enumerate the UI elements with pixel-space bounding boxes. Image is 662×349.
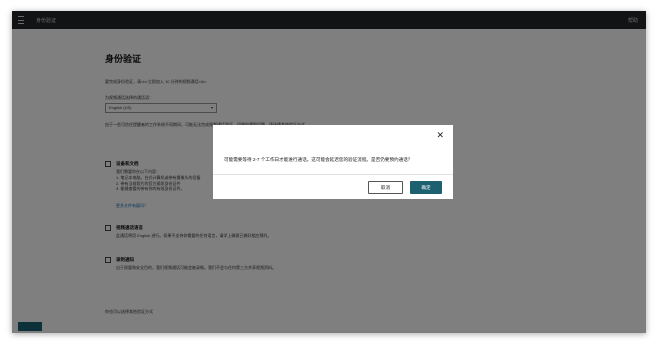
close-icon[interactable]: ✕ bbox=[436, 131, 444, 140]
dialog-message: 可能需要等待 2-7 个工作日才能进行通话。这可能会延迟您的验证流程。是否仍要预… bbox=[224, 157, 413, 162]
confirm-button[interactable]: 确定 bbox=[410, 181, 442, 194]
app-window: 身份验证 帮助 身份验证 要完成身份验证，请<b>立即加入 10 分钟的视频通话… bbox=[12, 11, 646, 333]
cancel-button[interactable]: 取消 bbox=[368, 181, 403, 194]
confirm-dialog: ✕ 可能需要等待 2-7 个工作日才能进行通话。这可能会延迟您的验证流程。是否仍… bbox=[213, 125, 453, 199]
dialog-divider bbox=[213, 174, 453, 175]
